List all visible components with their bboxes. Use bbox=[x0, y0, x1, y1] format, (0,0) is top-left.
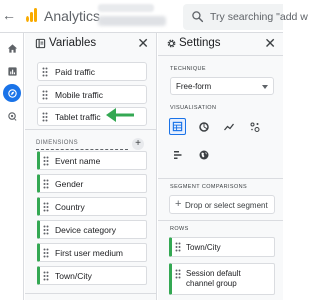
metric-chip-mobile-traffic[interactable]: Mobile traffic bbox=[37, 85, 147, 104]
variables-icon bbox=[35, 38, 46, 49]
drag-handle-icon[interactable] bbox=[42, 90, 48, 100]
app-title: Analytics bbox=[44, 8, 101, 24]
metric-label: Mobile traffic bbox=[55, 90, 104, 100]
plus-icon: + bbox=[175, 198, 182, 210]
dimension-chip-town-city[interactable]: Town/City bbox=[37, 266, 147, 285]
bar-chart-icon[interactable] bbox=[169, 146, 186, 163]
visualisation-label: VISUALISATION bbox=[170, 105, 217, 111]
dimension-label: Gender bbox=[55, 179, 84, 189]
annotation-arrow-icon bbox=[106, 108, 134, 122]
close-icon[interactable]: ✕ bbox=[264, 35, 276, 52]
dimension-label: Town/City bbox=[55, 271, 92, 281]
top-bar: ← Analytics Try searching "add w bbox=[0, 0, 308, 33]
settings-header: Settings ✕ bbox=[158, 33, 283, 55]
divider bbox=[158, 220, 283, 221]
analytics-logo bbox=[26, 8, 38, 22]
dimension-chip-country[interactable]: Country bbox=[37, 197, 147, 216]
metric-chip-paid-traffic[interactable]: Paid traffic bbox=[37, 62, 147, 81]
metric-label: Paid traffic bbox=[55, 67, 96, 77]
drag-handle-icon[interactable] bbox=[43, 248, 49, 258]
table-icon[interactable] bbox=[169, 118, 186, 135]
drag-handle-icon[interactable] bbox=[42, 112, 48, 122]
explore-icon[interactable] bbox=[3, 84, 21, 102]
drag-handle-icon[interactable] bbox=[43, 202, 49, 212]
drag-handle-icon[interactable] bbox=[43, 179, 49, 189]
row-label: Town/City bbox=[186, 243, 221, 252]
dimensions-label: DIMENSIONS bbox=[36, 140, 79, 146]
segment-comparisons-label: SEGMENT COMPARISONS bbox=[170, 184, 248, 190]
search-icon bbox=[192, 11, 204, 23]
dimension-label: Event name bbox=[55, 156, 101, 166]
divider bbox=[158, 178, 283, 179]
dimension-label: Country bbox=[55, 202, 85, 212]
dimension-label: First user medium bbox=[55, 248, 124, 258]
line-chart-icon[interactable] bbox=[220, 118, 237, 135]
advertising-icon[interactable] bbox=[3, 107, 21, 125]
dimension-chip-first-user-medium[interactable]: First user medium bbox=[37, 243, 147, 262]
gear-icon bbox=[167, 39, 176, 48]
dimension-chip-event-name[interactable]: Event name bbox=[37, 151, 147, 170]
divider bbox=[25, 293, 157, 294]
variables-panel: Variables ✕ Paid traffic Mobile traffic … bbox=[25, 33, 157, 300]
row-label: Session default channel group bbox=[186, 269, 241, 288]
search-bar[interactable]: Try searching "add w bbox=[183, 4, 308, 30]
left-nav-rail bbox=[0, 33, 24, 300]
chevron-down-icon bbox=[262, 85, 268, 89]
reports-icon[interactable] bbox=[3, 62, 21, 80]
drag-handle-icon[interactable] bbox=[175, 269, 181, 279]
technique-select[interactable]: Free-form bbox=[170, 77, 274, 95]
search-placeholder: Try searching "add w bbox=[210, 11, 308, 23]
variables-header: Variables ✕ bbox=[25, 33, 156, 55]
dimension-label: Device category bbox=[55, 225, 116, 235]
dimension-chip-device-category[interactable]: Device category bbox=[37, 220, 147, 239]
settings-panel: Settings ✕ TECHNIQUE Free-form VISUALISA… bbox=[158, 33, 283, 300]
drag-handle-icon[interactable] bbox=[43, 271, 49, 281]
segment-drop-text: Drop or select segment bbox=[185, 201, 268, 210]
rows-label: ROWS bbox=[170, 226, 189, 232]
drag-handle-icon[interactable] bbox=[43, 156, 49, 166]
drag-handle-icon[interactable] bbox=[43, 225, 49, 235]
technique-value: Free-form bbox=[176, 82, 212, 91]
close-icon[interactable]: ✕ bbox=[137, 35, 149, 52]
row-chip-session-default-channel-group[interactable]: Session default channel group bbox=[169, 263, 275, 295]
settings-title: Settings bbox=[179, 37, 221, 49]
row-chip-town-city[interactable]: Town/City bbox=[169, 237, 275, 257]
add-dimension-button[interactable]: + bbox=[132, 138, 144, 150]
dimensions-underline bbox=[36, 149, 128, 150]
technique-label: TECHNIQUE bbox=[170, 66, 206, 72]
divider bbox=[158, 55, 283, 56]
home-icon[interactable] bbox=[3, 39, 21, 57]
account-selector[interactable] bbox=[98, 3, 168, 29]
metric-label: Tablet traffic bbox=[55, 112, 101, 122]
variables-title: Variables bbox=[49, 37, 97, 49]
donut-chart-icon[interactable] bbox=[195, 118, 212, 135]
segment-drop-zone[interactable]: + Drop or select segment bbox=[169, 195, 275, 214]
divider bbox=[25, 129, 156, 130]
scatter-plot-icon[interactable] bbox=[246, 118, 263, 135]
geo-map-icon[interactable] bbox=[195, 146, 212, 163]
drag-handle-icon[interactable] bbox=[42, 67, 48, 77]
back-arrow-icon[interactable]: ← bbox=[2, 7, 16, 23]
drag-handle-icon[interactable] bbox=[175, 242, 181, 252]
dimension-chip-gender[interactable]: Gender bbox=[37, 174, 147, 193]
